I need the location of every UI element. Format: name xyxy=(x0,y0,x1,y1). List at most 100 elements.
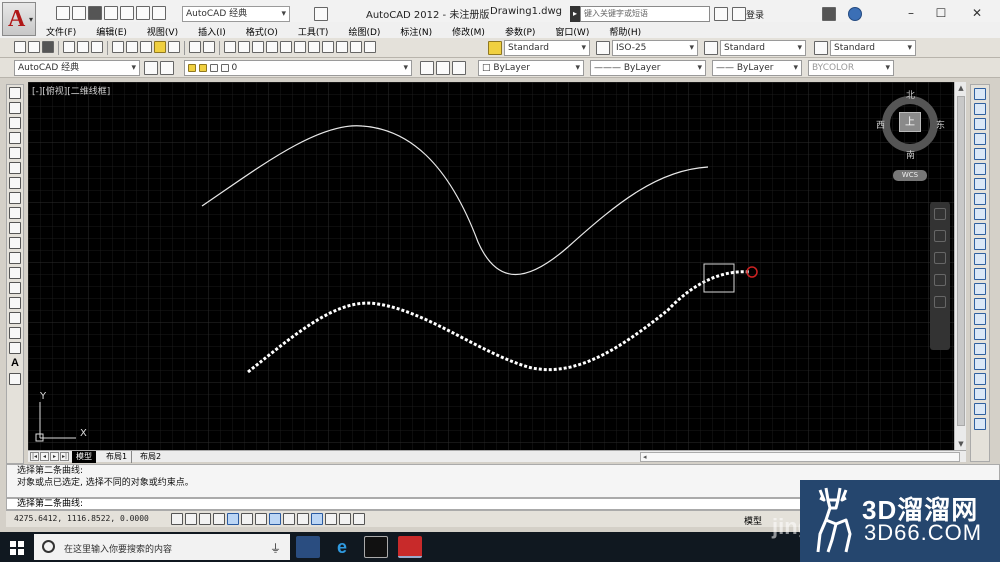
compass-south[interactable]: 南 xyxy=(906,148,915,161)
send-under-icon[interactable] xyxy=(974,403,986,415)
pan-nav-icon[interactable] xyxy=(934,230,946,242)
application-menu-button[interactable]: A ▾ xyxy=(2,2,36,36)
quick-properties-icon[interactable] xyxy=(339,513,351,525)
preview-icon[interactable] xyxy=(77,41,89,53)
plot-icon[interactable] xyxy=(63,41,75,53)
text-front-icon[interactable] xyxy=(974,418,986,430)
mirror-icon[interactable] xyxy=(974,118,986,130)
drawing-canvas[interactable]: [-][俯视][二维线框] xyxy=(28,82,954,450)
explode-icon[interactable] xyxy=(974,343,986,355)
compass-east[interactable]: 东 xyxy=(936,118,945,131)
save-toolbar-icon[interactable] xyxy=(42,41,54,53)
open-file-icon[interactable] xyxy=(72,6,86,20)
scroll-thumb[interactable] xyxy=(957,96,965,426)
sheet-set-icon[interactable] xyxy=(322,41,334,53)
wcs-menu[interactable]: WCS xyxy=(893,170,927,181)
viewport-controls-label[interactable]: [-][俯视][二维线框] xyxy=(32,84,110,97)
gradient-icon[interactable] xyxy=(9,312,21,324)
first-tab-icon[interactable]: |◂ xyxy=(30,452,39,461)
rotate-icon[interactable] xyxy=(974,178,986,190)
redo-icon[interactable] xyxy=(152,6,166,20)
ellipse-icon[interactable] xyxy=(9,222,21,234)
workspace-toolbar-dropdown[interactable]: AutoCAD 经典 xyxy=(14,60,140,76)
search-binoculars-icon[interactable] xyxy=(714,7,728,21)
prev-tab-icon[interactable]: ◂ xyxy=(40,452,49,461)
dynamic-input-icon[interactable] xyxy=(297,513,309,525)
pan-icon[interactable] xyxy=(224,41,236,53)
make-current-layer-icon[interactable] xyxy=(420,61,434,75)
vertical-scrollbar[interactable]: ▲ ▼ xyxy=(954,82,966,450)
bring-above-icon[interactable] xyxy=(974,388,986,400)
horizontal-scrollbar[interactable]: ◂ xyxy=(640,452,960,462)
design-center-icon[interactable] xyxy=(294,41,306,53)
steering-wheel-icon[interactable] xyxy=(934,208,946,220)
blend-curves-icon[interactable] xyxy=(974,328,986,340)
paste-icon[interactable] xyxy=(140,41,152,53)
menu-format[interactable]: 格式(O) xyxy=(246,25,278,38)
fillet-icon[interactable] xyxy=(974,313,986,325)
polyline-icon[interactable] xyxy=(9,117,21,129)
cut-icon[interactable] xyxy=(112,41,124,53)
chamfer-icon[interactable] xyxy=(974,298,986,310)
color-dropdown[interactable]: □ ByLayer xyxy=(478,60,584,76)
zoom-previous-icon[interactable] xyxy=(266,41,278,53)
zoom-realtime-icon[interactable] xyxy=(238,41,250,53)
model-space-toggle[interactable]: 模型 xyxy=(744,514,762,527)
zoom-window-icon[interactable] xyxy=(252,41,264,53)
construction-line-icon[interactable] xyxy=(9,102,21,114)
multiline-text-icon[interactable]: A xyxy=(9,357,21,370)
tool-palettes-icon[interactable] xyxy=(308,41,320,53)
scroll-up-icon[interactable]: ▲ xyxy=(955,82,967,94)
maximize-button[interactable]: ☐ xyxy=(926,4,956,22)
table-icon[interactable] xyxy=(9,342,21,354)
infer-constraints-icon[interactable] xyxy=(171,513,183,525)
redo-toolbar-icon[interactable] xyxy=(203,41,215,53)
save-as-icon[interactable] xyxy=(104,6,118,20)
snap-mode-icon[interactable] xyxy=(185,513,197,525)
compass-west[interactable]: 西 xyxy=(876,118,885,131)
region-icon[interactable] xyxy=(9,327,21,339)
menu-dimension[interactable]: 标注(N) xyxy=(400,25,432,38)
transparency-icon[interactable] xyxy=(325,513,337,525)
tab-model[interactable]: 模型 xyxy=(72,451,96,463)
lineweight-dropdown[interactable]: —— ByLayer xyxy=(712,60,802,76)
markup-icon[interactable] xyxy=(336,41,348,53)
block-editor-icon[interactable] xyxy=(168,41,180,53)
layer-previous-icon[interactable] xyxy=(436,61,450,75)
help-icon[interactable] xyxy=(848,7,862,21)
microphone-icon[interactable]: ⏚ xyxy=(270,540,281,556)
taskbar-search-input[interactable]: 在这里输入你要搜索的内容 ⏚ xyxy=(34,534,290,560)
dim-style-dropdown[interactable]: ISO-25 xyxy=(612,40,698,56)
erase-icon[interactable] xyxy=(974,88,986,100)
next-tab-icon[interactable]: ▸ xyxy=(50,452,59,461)
command-input[interactable]: 选择第二条曲线: xyxy=(6,498,826,510)
lineweight-display-icon[interactable] xyxy=(311,513,323,525)
make-block-icon[interactable] xyxy=(9,267,21,279)
menu-modify[interactable]: 修改(M) xyxy=(452,25,485,38)
showmotion-icon[interactable] xyxy=(934,296,946,308)
grid-display-icon[interactable] xyxy=(199,513,211,525)
3d-object-snap-icon[interactable] xyxy=(255,513,267,525)
layer-states-icon[interactable] xyxy=(452,61,466,75)
array-icon[interactable] xyxy=(974,148,986,160)
circle-icon[interactable] xyxy=(9,177,21,189)
menu-draw[interactable]: 绘图(D) xyxy=(348,25,380,38)
workspace-gear-icon[interactable] xyxy=(144,61,158,75)
object-snap-icon[interactable] xyxy=(241,513,253,525)
menu-file[interactable]: 文件(F) xyxy=(46,25,76,38)
tab-layout2[interactable]: 布局2 xyxy=(136,451,165,463)
arc-icon[interactable] xyxy=(9,162,21,174)
dynamic-ucs-icon[interactable] xyxy=(283,513,295,525)
menu-edit[interactable]: 编辑(E) xyxy=(96,25,127,38)
join-icon[interactable] xyxy=(974,283,986,295)
save-icon[interactable] xyxy=(88,6,102,20)
windows-start-icon[interactable] xyxy=(10,541,24,555)
login-button[interactable]: 登录 xyxy=(746,8,764,21)
draw-order-back-icon[interactable] xyxy=(974,373,986,385)
menu-view[interactable]: 视图(V) xyxy=(147,25,178,38)
new-icon[interactable] xyxy=(14,41,26,53)
print-icon[interactable] xyxy=(120,6,134,20)
undo-toolbar-icon[interactable] xyxy=(189,41,201,53)
minimize-button[interactable]: – xyxy=(896,4,926,22)
polygon-icon[interactable] xyxy=(9,132,21,144)
